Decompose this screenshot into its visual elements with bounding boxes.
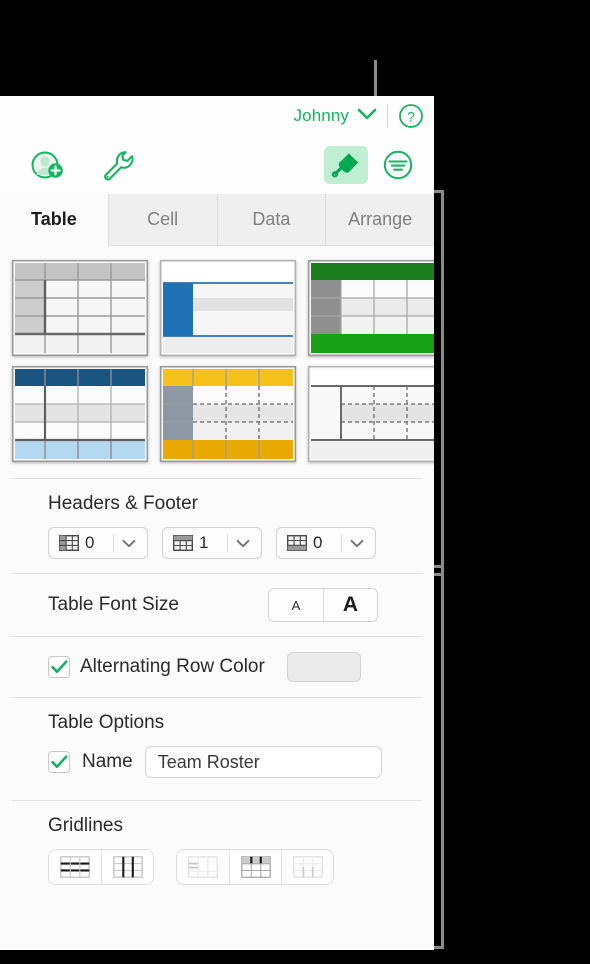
gridline-header-vertical-button[interactable] bbox=[229, 850, 281, 884]
header-columns-popup[interactable]: 0 bbox=[48, 527, 148, 559]
tab-table-label: Table bbox=[31, 209, 77, 229]
chevron-down-icon bbox=[357, 106, 377, 126]
tab-data[interactable]: Data bbox=[217, 194, 327, 246]
header-rows-value: 1 bbox=[199, 533, 209, 552]
account-name-label: Johnny bbox=[293, 106, 349, 125]
gridlines-section: Gridlines bbox=[0, 801, 434, 899]
header-columns-value: 0 bbox=[85, 533, 95, 552]
gridline-footer-vertical-button[interactable] bbox=[281, 850, 333, 884]
table-styles-grid bbox=[0, 246, 434, 478]
format-paintbrush-icon bbox=[331, 153, 359, 178]
footer-row-icon bbox=[287, 535, 307, 551]
table-name-label: Name bbox=[82, 751, 133, 772]
gridlines-header-footer-group bbox=[176, 849, 334, 885]
tab-table[interactable]: Table bbox=[0, 194, 109, 246]
tab-arrange-label: Arrange bbox=[348, 209, 413, 229]
screenshot-root: Johnny ? Table Cell Data Arrange Headers… bbox=[0, 0, 590, 964]
table-font-size-row: Table Font Size A A bbox=[0, 574, 434, 636]
tools-button[interactable] bbox=[96, 146, 140, 184]
alternating-row-color-label: Alternating Row Color bbox=[80, 656, 265, 677]
chevron-down-icon bbox=[228, 539, 258, 548]
gridline-header-horizontal-button[interactable] bbox=[177, 850, 229, 884]
grid-vertical-icon bbox=[112, 856, 143, 878]
gridlines-body-group bbox=[48, 849, 154, 885]
header-rows-popup[interactable]: 1 bbox=[162, 527, 262, 559]
callout-bracket-lower-vertical bbox=[441, 565, 444, 949]
table-style-swatch[interactable] bbox=[306, 364, 434, 464]
tab-data-label: Data bbox=[252, 209, 291, 229]
table-options-section: Table Options Name Team Roster bbox=[0, 698, 434, 788]
tools-wrench-icon bbox=[104, 151, 134, 181]
inspector-toolbar bbox=[0, 136, 434, 194]
inspector-tab-bar: Table Cell Data Arrange bbox=[0, 194, 434, 246]
grid-header-vertical-icon bbox=[240, 856, 271, 878]
headers-footer-section: Headers & Footer 0 1 0 bbox=[0, 479, 434, 573]
gridline-vertical-button[interactable] bbox=[101, 850, 153, 884]
footer-rows-popup[interactable]: 0 bbox=[276, 527, 376, 559]
checkmark-icon bbox=[50, 660, 67, 674]
table-tab-content: Headers & Footer 0 1 0 Table Font Size A… bbox=[0, 246, 434, 899]
headers-footer-title: Headers & Footer bbox=[48, 493, 198, 514]
help-button[interactable]: ? bbox=[398, 103, 424, 129]
table-style-swatch[interactable] bbox=[158, 364, 298, 464]
add-collaborator-button[interactable] bbox=[26, 146, 70, 184]
table-font-size-label: Table Font Size bbox=[48, 594, 179, 615]
gridline-horizontal-button[interactable] bbox=[49, 850, 101, 884]
callout-bracket-lower-bottom-tick bbox=[433, 946, 444, 949]
checkmark-icon bbox=[50, 755, 67, 769]
grid-footer-vertical-icon bbox=[292, 856, 323, 878]
callout-bracket-upper-vertical bbox=[441, 190, 444, 576]
grid-header-horizontal-icon bbox=[188, 856, 218, 878]
add-collaborator-icon bbox=[31, 151, 63, 179]
header-row-icon bbox=[173, 535, 193, 551]
increase-font-size-label: A bbox=[342, 593, 359, 616]
toolbar-account-row: Johnny ? bbox=[0, 96, 434, 136]
toolbar-separator bbox=[387, 105, 388, 127]
tab-cell[interactable]: Cell bbox=[108, 194, 218, 246]
grid-horizontal-icon bbox=[60, 856, 90, 878]
account-menu[interactable]: Johnny bbox=[294, 106, 377, 126]
question-mark-circle-icon: ? bbox=[399, 104, 423, 128]
callout-bracket-lower-top-tick bbox=[433, 565, 444, 568]
tab-arrange[interactable]: Arrange bbox=[326, 194, 434, 246]
tab-cell-label: Cell bbox=[147, 209, 179, 229]
alternating-row-color-checkbox[interactable] bbox=[48, 656, 70, 678]
organize-button[interactable] bbox=[376, 146, 420, 184]
format-inspector-panel: Johnny ? Table Cell Data Arrange Headers… bbox=[0, 96, 434, 950]
decrease-font-size-button[interactable]: A bbox=[269, 589, 323, 621]
table-style-swatch[interactable] bbox=[158, 258, 298, 358]
alternating-row-color-row: Alternating Row Color bbox=[0, 637, 434, 697]
increase-font-size-button[interactable]: A bbox=[323, 589, 377, 621]
decrease-font-size-label: A bbox=[291, 597, 301, 613]
footer-rows-value: 0 bbox=[313, 533, 323, 552]
chevron-down-icon bbox=[114, 539, 144, 548]
alternating-row-color-well[interactable] bbox=[286, 652, 361, 682]
gridlines-title: Gridlines bbox=[48, 815, 123, 836]
table-name-checkbox[interactable] bbox=[48, 751, 70, 773]
table-options-title: Table Options bbox=[48, 712, 165, 733]
callout-bracket-upper-top-tick bbox=[433, 190, 444, 193]
table-name-value: Team Roster bbox=[157, 751, 260, 772]
table-style-swatch[interactable] bbox=[10, 258, 150, 358]
format-button[interactable] bbox=[324, 146, 368, 184]
table-style-swatch[interactable] bbox=[10, 364, 150, 464]
header-column-icon bbox=[59, 535, 79, 551]
table-name-input[interactable]: Team Roster bbox=[144, 746, 382, 778]
organize-filter-icon bbox=[383, 150, 413, 180]
chevron-down-icon bbox=[342, 539, 372, 548]
svg-text:?: ? bbox=[407, 109, 415, 125]
font-size-segmented-control: A A bbox=[268, 588, 378, 622]
table-style-swatch[interactable] bbox=[306, 258, 434, 358]
